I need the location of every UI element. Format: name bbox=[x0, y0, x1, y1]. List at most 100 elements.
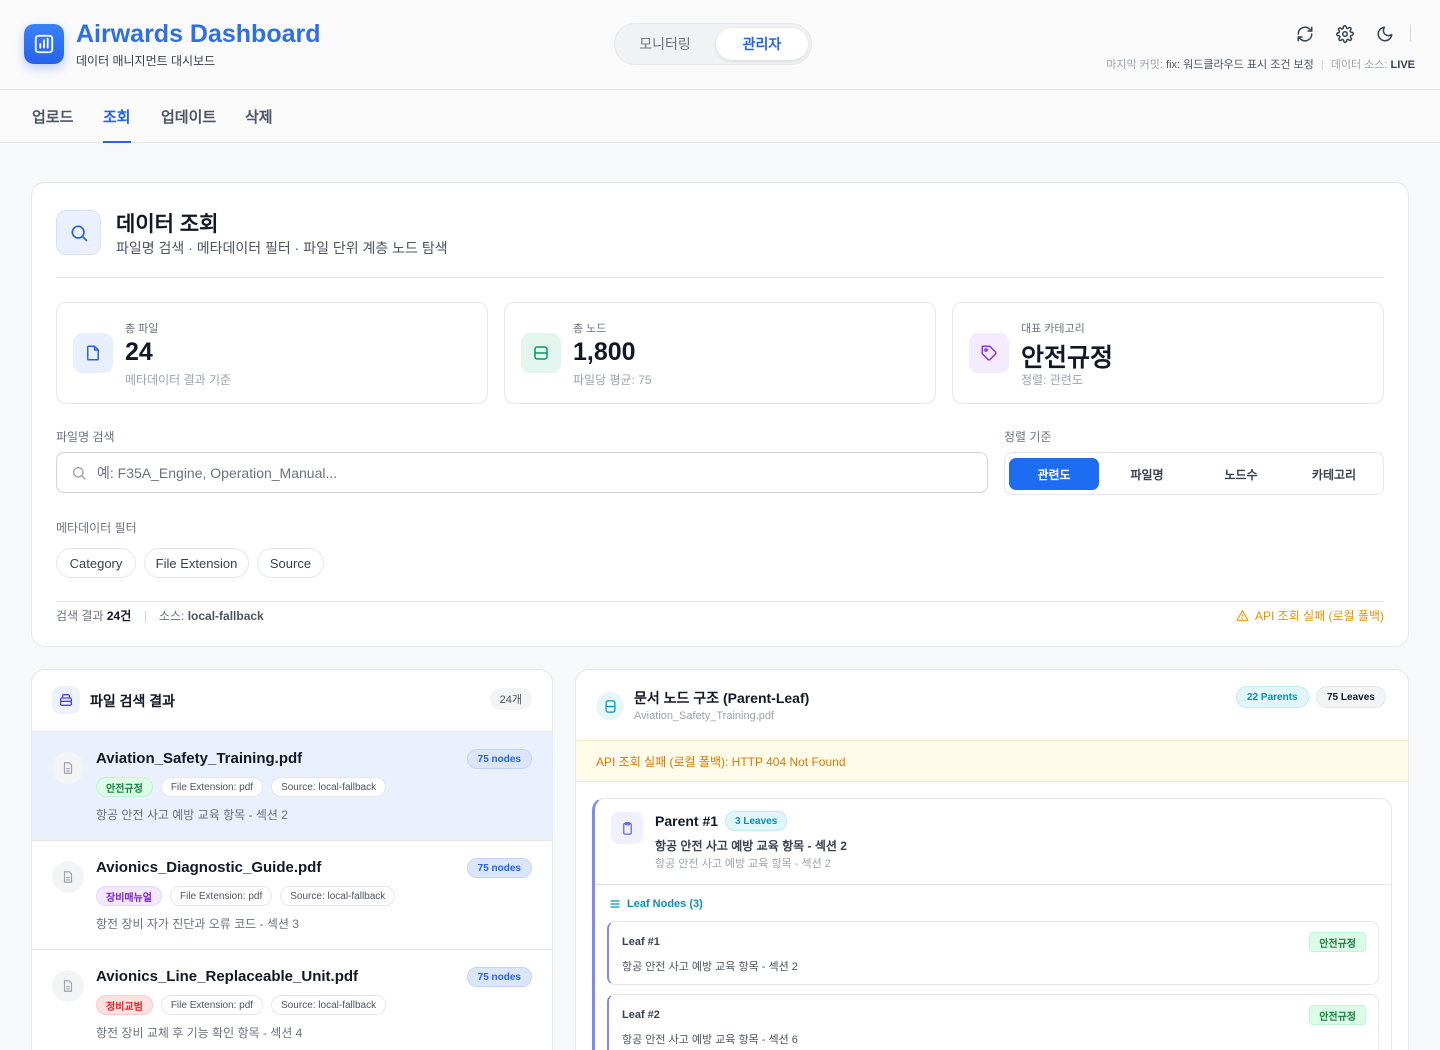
leaf-category-tag: 안전규정 bbox=[1309, 1005, 1366, 1025]
archive-icon bbox=[60, 694, 72, 706]
parent-node-card[interactable]: Parent #1 3 Leaves 항공 안전 사고 예방 교육 항목 - 섹… bbox=[592, 798, 1392, 1050]
list-icon bbox=[610, 900, 620, 908]
tab-update[interactable]: 업데이트 bbox=[161, 106, 216, 143]
filter-extension-chip[interactable]: File Extension bbox=[144, 548, 249, 578]
node-tree-panel: 문서 노드 구조 (Parent-Leaf) Aviation_Safety_T… bbox=[575, 669, 1409, 1050]
document-icon bbox=[63, 980, 73, 992]
sort-node-count-button[interactable]: 노드수 bbox=[1196, 458, 1286, 490]
warning-icon bbox=[1236, 610, 1249, 621]
sort-filename-button[interactable]: 파일명 bbox=[1102, 458, 1192, 490]
settings-button[interactable] bbox=[1335, 24, 1355, 44]
mode-monitoring-button[interactable]: 모니터링 bbox=[619, 28, 711, 60]
nav-tabs: 업로드 조회 업데이트 삭제 bbox=[0, 90, 1440, 143]
sort-category-button[interactable]: 카테고리 bbox=[1289, 458, 1379, 490]
gear-icon bbox=[1336, 25, 1354, 43]
tab-query[interactable]: 조회 bbox=[103, 106, 131, 143]
search-icon bbox=[71, 225, 87, 241]
leaf-text: 항공 안전 사고 예방 교육 항목 - 섹션 6 bbox=[622, 1034, 798, 1046]
leaf-title: Leaf #2 bbox=[622, 1009, 660, 1021]
stat-label: 총 노드 bbox=[573, 323, 607, 335]
extension-tag: File Extension: pdf bbox=[170, 886, 273, 906]
category-tag: 안전규정 bbox=[96, 777, 153, 797]
stat-label: 총 파일 bbox=[125, 323, 159, 335]
file-results-panel: 파일 검색 결과 24개 Aviation_Safety_Training.pd… bbox=[31, 669, 553, 1050]
database-icon bbox=[605, 699, 615, 713]
source-tag: Source: local-fallback bbox=[280, 886, 396, 906]
stat-note: 파일당 평균: 75 bbox=[573, 373, 652, 387]
tree-file-name: Aviation_Safety_Training.pdf bbox=[634, 710, 775, 722]
logo bbox=[24, 24, 64, 64]
mode-admin-button[interactable]: 관리자 bbox=[716, 28, 808, 60]
page-subtitle: 파일명 검색 · 메타데이터 필터 · 파일 단위 계층 노드 탐색 bbox=[116, 240, 448, 256]
stat-top-category: 대표 카테고리 안전규정 정렬: 관련도 bbox=[952, 302, 1384, 404]
stat-total-nodes: 총 노드 1,800 파일당 평균: 75 bbox=[504, 302, 936, 404]
api-error-banner: API 조회 실패 (로컬 폴백): HTTP 404 Not Found bbox=[576, 740, 1408, 782]
category-tag: 장비매뉴얼 bbox=[96, 886, 162, 906]
bar-chart-icon bbox=[34, 34, 54, 54]
tree-title: 문서 노드 구조 (Parent-Leaf) bbox=[634, 690, 810, 706]
dark-mode-button[interactable] bbox=[1375, 24, 1395, 44]
app-header: Airwards Dashboard 데이터 매니지먼트 대시보드 모니터링 관… bbox=[0, 0, 1440, 90]
stat-total-files: 총 파일 24 메타데이터 결과 기준 bbox=[56, 302, 488, 404]
file-name: Avionics_Diagnostic_Guide.pdf bbox=[96, 859, 322, 876]
file-list-item[interactable]: Avionics_Line_Replaceable_Unit.pdf 75 no… bbox=[32, 949, 552, 1050]
parent-title: Parent #1 bbox=[655, 813, 719, 829]
leaf-nodes-header: Leaf Nodes (3) bbox=[609, 898, 703, 910]
parent-leaves-badge: 3 Leaves bbox=[725, 811, 788, 831]
node-count-badge: 75 nodes bbox=[466, 858, 532, 878]
document-icon bbox=[63, 871, 73, 883]
extension-tag: File Extension: pdf bbox=[160, 995, 264, 1015]
sort-options: 관련도 파일명 노드수 카테고리 bbox=[1004, 452, 1384, 495]
mode-switch: 모니터링 관리자 bbox=[614, 23, 812, 65]
leaf-node-card[interactable]: Leaf #2 항공 안전 사고 예방 교육 항목 - 섹션 6 안전규정 bbox=[607, 994, 1379, 1050]
source-tag: Source: local-fallback bbox=[271, 995, 387, 1015]
stat-note: 정렬: 관련도 bbox=[1021, 373, 1083, 387]
file-description: 항전 장비 교체 후 기능 확인 항목 - 섹션 4 bbox=[96, 1026, 303, 1040]
node-count-badge: 75 nodes bbox=[466, 749, 532, 769]
refresh-icon bbox=[1297, 26, 1313, 42]
tag-icon bbox=[981, 345, 997, 361]
file-description: 항공 안전 사고 예방 교육 항목 - 섹션 2 bbox=[96, 808, 288, 822]
stat-value: 1,800 bbox=[573, 338, 636, 366]
tab-delete[interactable]: 삭제 bbox=[245, 106, 273, 143]
section-divider bbox=[56, 277, 1384, 278]
category-tag: 정비교범 bbox=[96, 995, 153, 1015]
leaf-node-card[interactable]: Leaf #1 항공 안전 사고 예방 교육 항목 - 섹션 2 안전규정 bbox=[607, 921, 1379, 985]
section-divider bbox=[56, 601, 1384, 602]
file-name: Avionics_Line_Replaceable_Unit.pdf bbox=[96, 968, 359, 985]
refresh-button[interactable] bbox=[1295, 24, 1315, 44]
extension-tag: File Extension: pdf bbox=[160, 777, 264, 797]
file-results-count: 24개 bbox=[489, 688, 532, 710]
filename-search-input[interactable] bbox=[97, 464, 957, 481]
header-divider bbox=[1410, 26, 1411, 42]
clipboard-icon bbox=[622, 821, 632, 835]
leaf-title: Leaf #1 bbox=[622, 936, 660, 948]
node-count-badge: 75 nodes bbox=[466, 967, 532, 987]
file-list-item[interactable]: Avionics_Diagnostic_Guide.pdf 75 nodes 장… bbox=[32, 840, 552, 949]
source-value: LIVE bbox=[1390, 59, 1415, 71]
result-source: local-fallback bbox=[187, 609, 264, 623]
server-icon bbox=[534, 346, 548, 360]
tab-upload[interactable]: 업로드 bbox=[32, 106, 73, 143]
result-count: 24건 bbox=[106, 609, 132, 623]
file-list-item[interactable]: Aviation_Safety_Training.pdf 75 nodes 안전… bbox=[32, 731, 552, 840]
commit-value: fix: 워드클라우드 표시 조건 보정 bbox=[1166, 59, 1314, 71]
file-description: 항전 장비 자가 진단과 오류 코드 - 섹션 3 bbox=[96, 917, 299, 931]
api-warning: API 조회 실패 (로컬 폴백) bbox=[1236, 607, 1384, 624]
filter-label: 메타데이터 필터 bbox=[56, 521, 137, 535]
sort-relevance-button[interactable]: 관련도 bbox=[1009, 458, 1099, 490]
app-title: Airwards Dashboard bbox=[76, 20, 321, 48]
app-subtitle: 데이터 매니지먼트 대시보드 bbox=[76, 54, 216, 68]
source-tag: Source: local-fallback bbox=[271, 777, 387, 797]
document-icon bbox=[63, 762, 73, 774]
file-icon bbox=[87, 345, 99, 361]
file-results-title: 파일 검색 결과 bbox=[90, 693, 176, 709]
filter-source-chip[interactable]: Source bbox=[257, 548, 324, 578]
filter-category-chip[interactable]: Category bbox=[56, 548, 136, 578]
page-title: 데이터 조회 bbox=[116, 213, 219, 236]
stat-value: 안전규정 bbox=[1021, 344, 1114, 372]
leaf-category-tag: 안전규정 bbox=[1309, 932, 1366, 952]
query-panel: 데이터 조회 파일명 검색 · 메타데이터 필터 · 파일 단위 계층 노드 탐… bbox=[31, 182, 1409, 647]
search-icon bbox=[73, 467, 86, 480]
sort-label: 정렬 기준 bbox=[1004, 430, 1052, 444]
